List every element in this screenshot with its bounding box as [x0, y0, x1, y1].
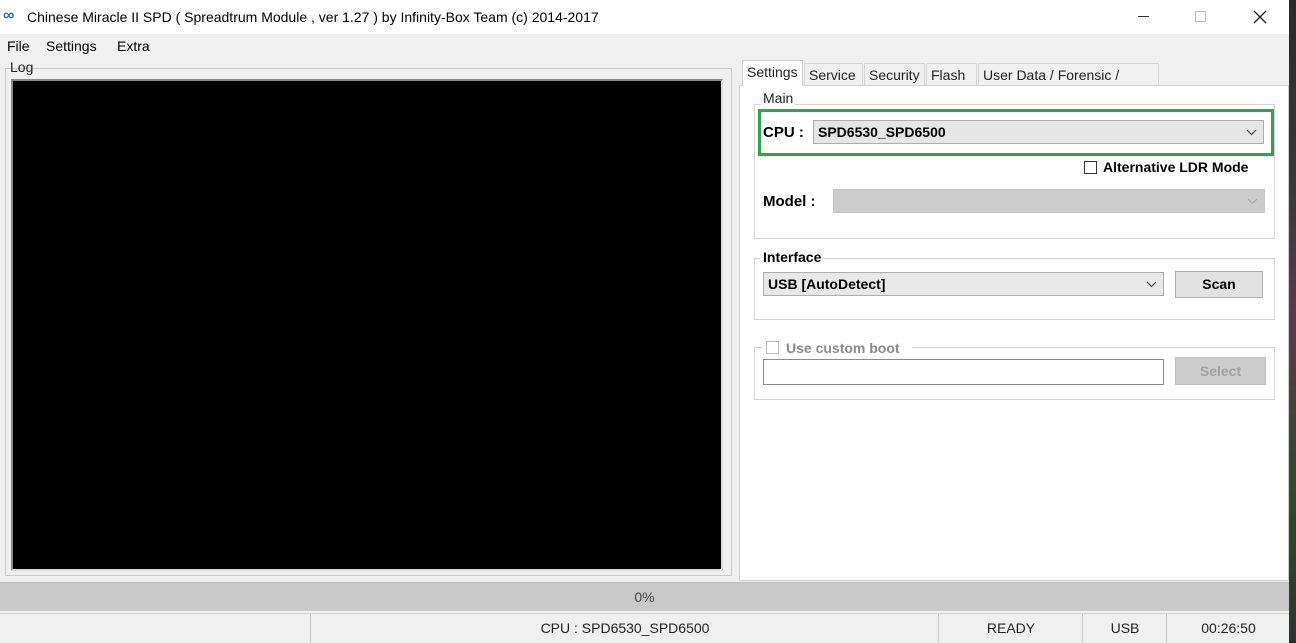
status-bar: CPU : SPD6530_SPD6500 READY USB 00:26:50 [0, 613, 1289, 643]
custom-boot-label: Use custom boot [786, 340, 900, 356]
cpu-highlight-box [758, 109, 1274, 156]
window-title: Chinese Miracle II SPD ( Spreadtrum Modu… [27, 9, 599, 25]
chevron-down-icon [1146, 273, 1157, 302]
menu-file[interactable]: File [7, 38, 30, 54]
custom-boot-checkbox[interactable] [766, 341, 779, 354]
background-desktop-strip [1289, 0, 1296, 642]
main-group-title: Main [761, 90, 796, 106]
maximize-button[interactable] [1178, 0, 1224, 34]
maximize-icon [1195, 11, 1206, 22]
custom-boot-path-input[interactable] [763, 359, 1164, 385]
progress-text: 0% [634, 589, 655, 605]
close-button[interactable] [1237, 0, 1283, 34]
title-bar: ∞ Chinese Miracle II SPD ( Spreadtrum Mo… [0, 0, 1289, 34]
status-time: 00:26:50 [1166, 614, 1290, 643]
select-boot-button[interactable]: Select [1175, 357, 1266, 385]
tab-settings[interactable]: Settings [742, 60, 803, 86]
minimize-button[interactable] [1121, 0, 1167, 34]
interface-select[interactable]: USB [AutoDetect] [763, 272, 1164, 296]
tab-flash[interactable]: Flash [926, 63, 977, 85]
tab-security[interactable]: Security [864, 63, 925, 85]
progress-bar: 0% [0, 582, 1289, 611]
alt-ldr-label: Alternative LDR Mode [1103, 159, 1249, 175]
status-interface: USB [1082, 614, 1167, 643]
status-cpu: CPU : SPD6530_SPD6500 [310, 614, 939, 643]
tab-user-data-forensic[interactable]: User Data / Forensic / Other [978, 63, 1159, 105]
model-select[interactable] [833, 189, 1265, 213]
app-window: ∞ Chinese Miracle II SPD ( Spreadtrum Mo… [0, 0, 1289, 643]
alt-ldr-checkbox[interactable] [1084, 161, 1097, 174]
menu-settings[interactable]: Settings [46, 38, 97, 54]
scan-button[interactable]: Scan [1175, 271, 1263, 298]
menu-extra[interactable]: Extra [117, 38, 150, 54]
interface-group-title: Interface [761, 249, 824, 265]
infinity-logo-icon: ∞ [3, 7, 15, 24]
status-message [0, 614, 310, 643]
log-label: Log [10, 59, 34, 75]
log-output[interactable] [11, 79, 723, 571]
close-icon [1253, 10, 1267, 24]
status-state: READY [938, 614, 1083, 643]
minimize-icon [1138, 16, 1149, 17]
menu-bar: File Settings Extra [0, 34, 1289, 58]
interface-select-value: USB [AutoDetect] [768, 276, 886, 292]
model-label: Model : [763, 193, 816, 210]
chevron-down-icon [1247, 190, 1258, 219]
tab-service[interactable]: Service [804, 63, 863, 85]
